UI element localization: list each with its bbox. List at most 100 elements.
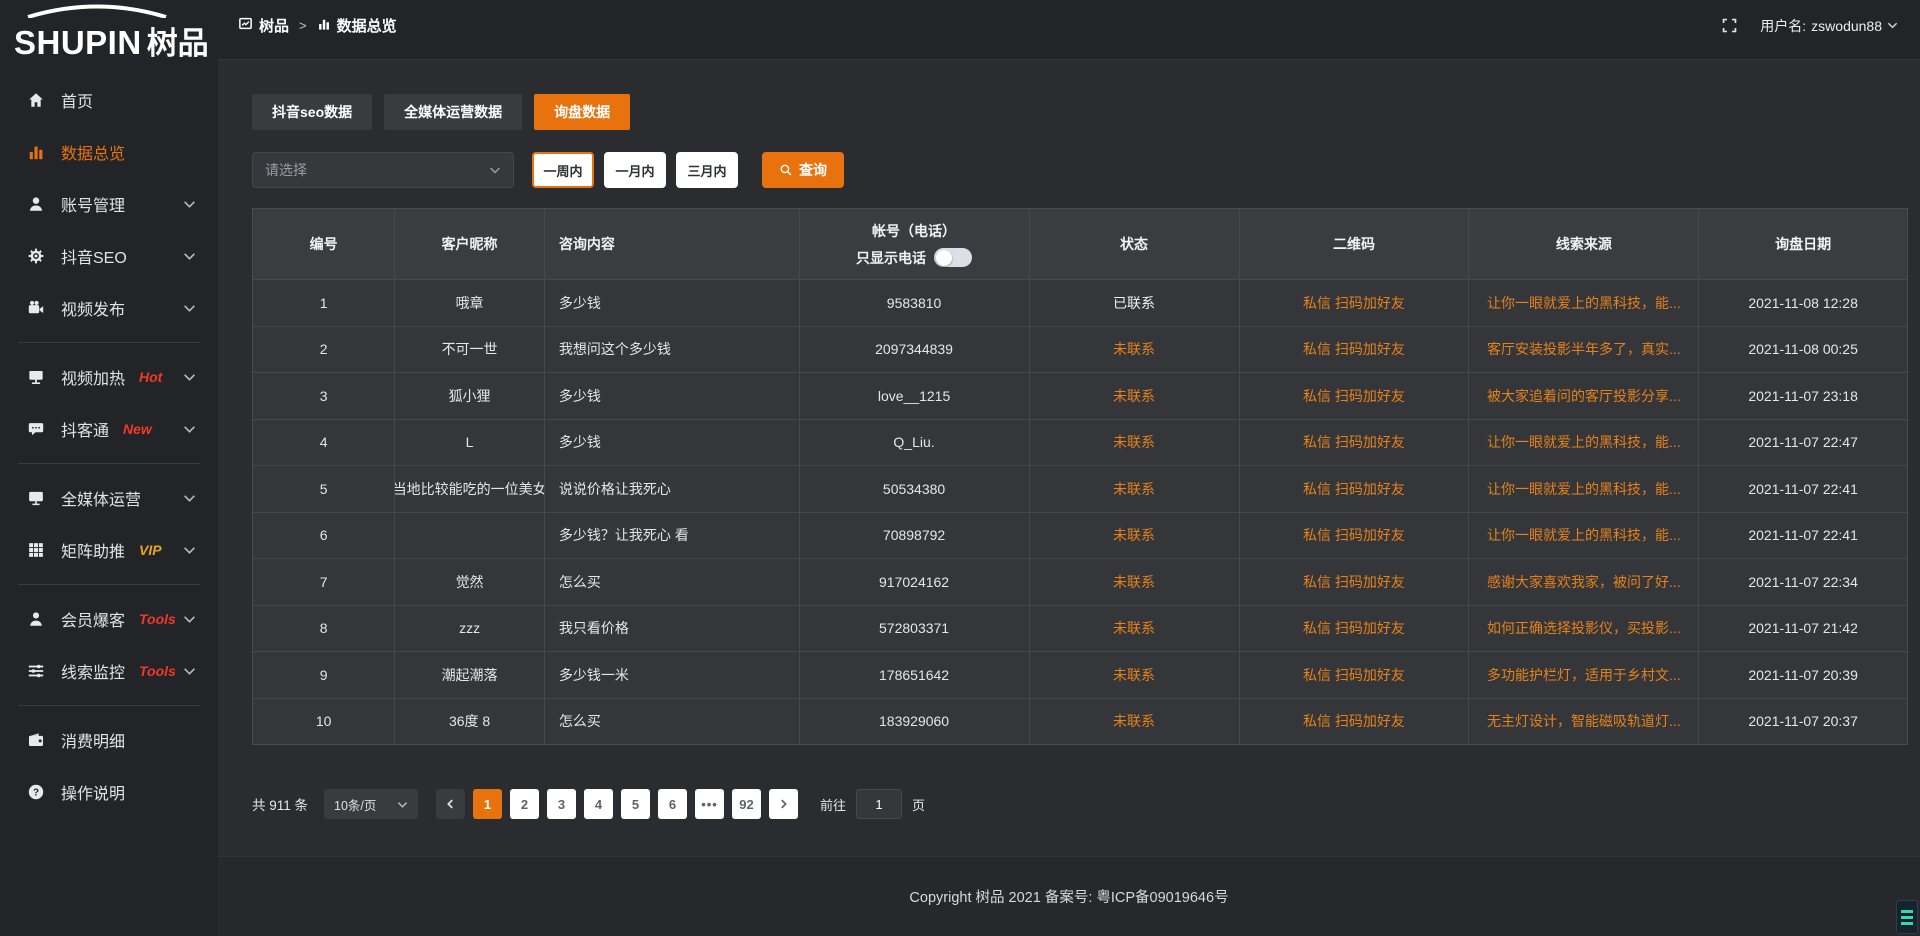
page-buttons: 123456 ••• 92	[473, 789, 769, 819]
svg-text:?: ?	[33, 788, 39, 799]
cell-no: 1	[253, 280, 395, 326]
column-header-1: 客户昵称	[395, 209, 545, 279]
breadcrumb-item-brand[interactable]: 树品	[238, 15, 289, 36]
sidebar-item-chat[interactable]: 抖客通New	[0, 403, 218, 455]
inquiry-table: 编号客户昵称咨询内容帐号（电话）只显示电话状态二维码线索来源询盘日期 1哦章多少…	[252, 208, 1908, 745]
prev-page-button[interactable]	[436, 789, 465, 819]
sidebar-item-wallet[interactable]: 消费明细	[0, 714, 218, 766]
cell-qr-links[interactable]: 私信 扫码加好友	[1240, 652, 1470, 698]
page-button-3[interactable]: 3	[547, 789, 576, 819]
cell-source[interactable]: 感谢大家喜欢我家，被问了好...	[1469, 559, 1699, 605]
sidebar-item-sliders[interactable]: 线索监控Tools	[0, 645, 218, 697]
page-button-4[interactable]: 4	[584, 789, 613, 819]
period-button-0[interactable]: 一周内	[532, 152, 594, 188]
cell-qr-links[interactable]: 私信 扫码加好友	[1240, 373, 1470, 419]
cell-source[interactable]: 如何正确选择投影仪，买投影...	[1469, 606, 1699, 652]
cell-source[interactable]: 让你一眼就爱上的黑科技，能...	[1469, 420, 1699, 466]
page-size-select[interactable]: 10条/页	[324, 789, 418, 819]
search-icon	[779, 163, 793, 177]
chevron-down-icon	[183, 302, 196, 315]
page-button-92[interactable]: 92	[732, 789, 761, 819]
sidebar-item-monitor[interactable]: 全媒体运营	[0, 472, 218, 524]
badge-tools: Tools	[139, 663, 176, 679]
sidebar-item-home[interactable]: 首页	[0, 74, 218, 126]
cell-account: 183929060	[800, 699, 1030, 745]
help-circle-icon: ?	[26, 782, 46, 802]
cell-account: 70898792	[800, 513, 1030, 559]
next-page-button[interactable]	[769, 789, 798, 819]
fullscreen-icon[interactable]	[1721, 17, 1738, 34]
cell-status: 已联系	[1030, 280, 1240, 326]
cell-qr-links[interactable]: 私信 扫码加好友	[1240, 327, 1470, 373]
cell-content: 多少钱	[545, 420, 800, 466]
cell-no: 10	[253, 699, 395, 745]
sidebar-item-video-camera[interactable]: 视频发布	[0, 282, 218, 334]
page-button-6[interactable]: 6	[658, 789, 687, 819]
column-label: 咨询内容	[559, 234, 615, 254]
chevron-down-icon	[1887, 20, 1898, 31]
sidebar-item-bar-chart[interactable]: 数据总览	[0, 126, 218, 178]
cell-qr-links[interactable]: 私信 扫码加好友	[1240, 513, 1470, 559]
cell-source[interactable]: 让你一眼就爱上的黑科技，能...	[1469, 513, 1699, 559]
period-button-1[interactable]: 一月内	[604, 152, 666, 188]
cell-qr-links[interactable]: 私信 扫码加好友	[1240, 559, 1470, 605]
cell-source[interactable]: 无主灯设计，智能磁吸轨道灯...	[1469, 699, 1699, 745]
column-header-0: 编号	[253, 209, 395, 279]
user-menu[interactable]: 用户名: zswodun88	[1760, 16, 1898, 36]
table-row: 1036度 8怎么买183929060未联系私信 扫码加好友无主灯设计，智能磁吸…	[253, 698, 1907, 745]
cell-no: 8	[253, 606, 395, 652]
sidebar-item-label: 视频加热	[61, 365, 125, 389]
sidebar-item-label: 消费明细	[61, 728, 125, 752]
cell-account: 572803371	[800, 606, 1030, 652]
sidebar-item-help-circle[interactable]: ?操作说明	[0, 766, 218, 818]
grid-icon	[26, 540, 46, 560]
page-button-2[interactable]: 2	[510, 789, 539, 819]
cell-qr-links[interactable]: 私信 扫码加好友	[1240, 420, 1470, 466]
floating-widget[interactable]	[1896, 900, 1918, 934]
query-button[interactable]: 查询	[762, 152, 844, 188]
column-label: 编号	[310, 234, 338, 254]
sidebar-item-user[interactable]: 账号管理	[0, 178, 218, 230]
page-button-1[interactable]: 1	[473, 789, 502, 819]
cell-qr-links[interactable]: 私信 扫码加好友	[1240, 280, 1470, 326]
content: 抖音seo数据全媒体运营数据询盘数据 请选择 一周内一月内三月内 查询 编号 客户…	[218, 60, 1920, 856]
sidebar-item-member[interactable]: 会员爆客Tools	[0, 593, 218, 645]
cell-status: 未联系	[1030, 327, 1240, 373]
table-row: 3狐小狸多少钱love__1215未联系私信 扫码加好友被大家追着问的客厅投影分…	[253, 372, 1907, 419]
tab-0[interactable]: 抖音seo数据	[252, 94, 372, 130]
phone-only-toggle[interactable]	[934, 248, 972, 267]
tab-1[interactable]: 全媒体运营数据	[384, 94, 522, 130]
sidebar-divider	[18, 584, 200, 585]
column-header-3: 帐号（电话）只显示电话	[800, 209, 1030, 279]
period-button-2[interactable]: 三月内	[676, 152, 738, 188]
breadcrumb: 树品 > 数据总览	[238, 15, 397, 36]
cell-source[interactable]: 客厅安装投影半年多了，真实...	[1469, 327, 1699, 373]
sidebar-item-screen[interactable]: 视频加热Hot	[0, 351, 218, 403]
sidebar-item-gear[interactable]: 抖音SEO	[0, 230, 218, 282]
sidebar-item-grid[interactable]: 矩阵助推VIP	[0, 524, 218, 576]
cell-qr-links[interactable]: 私信 扫码加好友	[1240, 699, 1470, 745]
cell-source[interactable]: 多功能护栏灯，适用于乡村文...	[1469, 652, 1699, 698]
cell-qr-links[interactable]: 私信 扫码加好友	[1240, 606, 1470, 652]
tab-2[interactable]: 询盘数据	[534, 94, 630, 130]
cell-qr-links[interactable]: 私信 扫码加好友	[1240, 466, 1470, 512]
cell-date: 2021-11-07 22:41	[1699, 513, 1907, 559]
cell-source[interactable]: 让你一眼就爱上的黑科技，能...	[1469, 280, 1699, 326]
cell-nickname: 哦章	[395, 280, 545, 326]
sidebar-divider	[18, 342, 200, 343]
table-row: 8zzz我只看价格572803371未联系私信 扫码加好友如何正确选择投影仪，买…	[253, 605, 1907, 652]
goto-page-input[interactable]	[856, 789, 902, 819]
sidebar-item-label: 账号管理	[61, 192, 125, 216]
cell-source[interactable]: 让你一眼就爱上的黑科技，能...	[1469, 466, 1699, 512]
page-button-5[interactable]: 5	[621, 789, 650, 819]
breadcrumb-label: 数据总览	[337, 15, 397, 36]
wallet-icon	[26, 730, 46, 750]
brand-dashboard-icon	[238, 16, 253, 35]
cell-nickname: 36度 8	[395, 699, 545, 745]
cell-source[interactable]: 被大家追着问的客厅投影分享...	[1469, 373, 1699, 419]
more-pages-button[interactable]: •••	[695, 789, 724, 819]
filter-select[interactable]: 请选择	[252, 152, 514, 188]
chevron-down-icon	[183, 665, 196, 678]
breadcrumb-item-overview[interactable]: 数据总览	[317, 15, 397, 36]
cell-status: 未联系	[1030, 420, 1240, 466]
